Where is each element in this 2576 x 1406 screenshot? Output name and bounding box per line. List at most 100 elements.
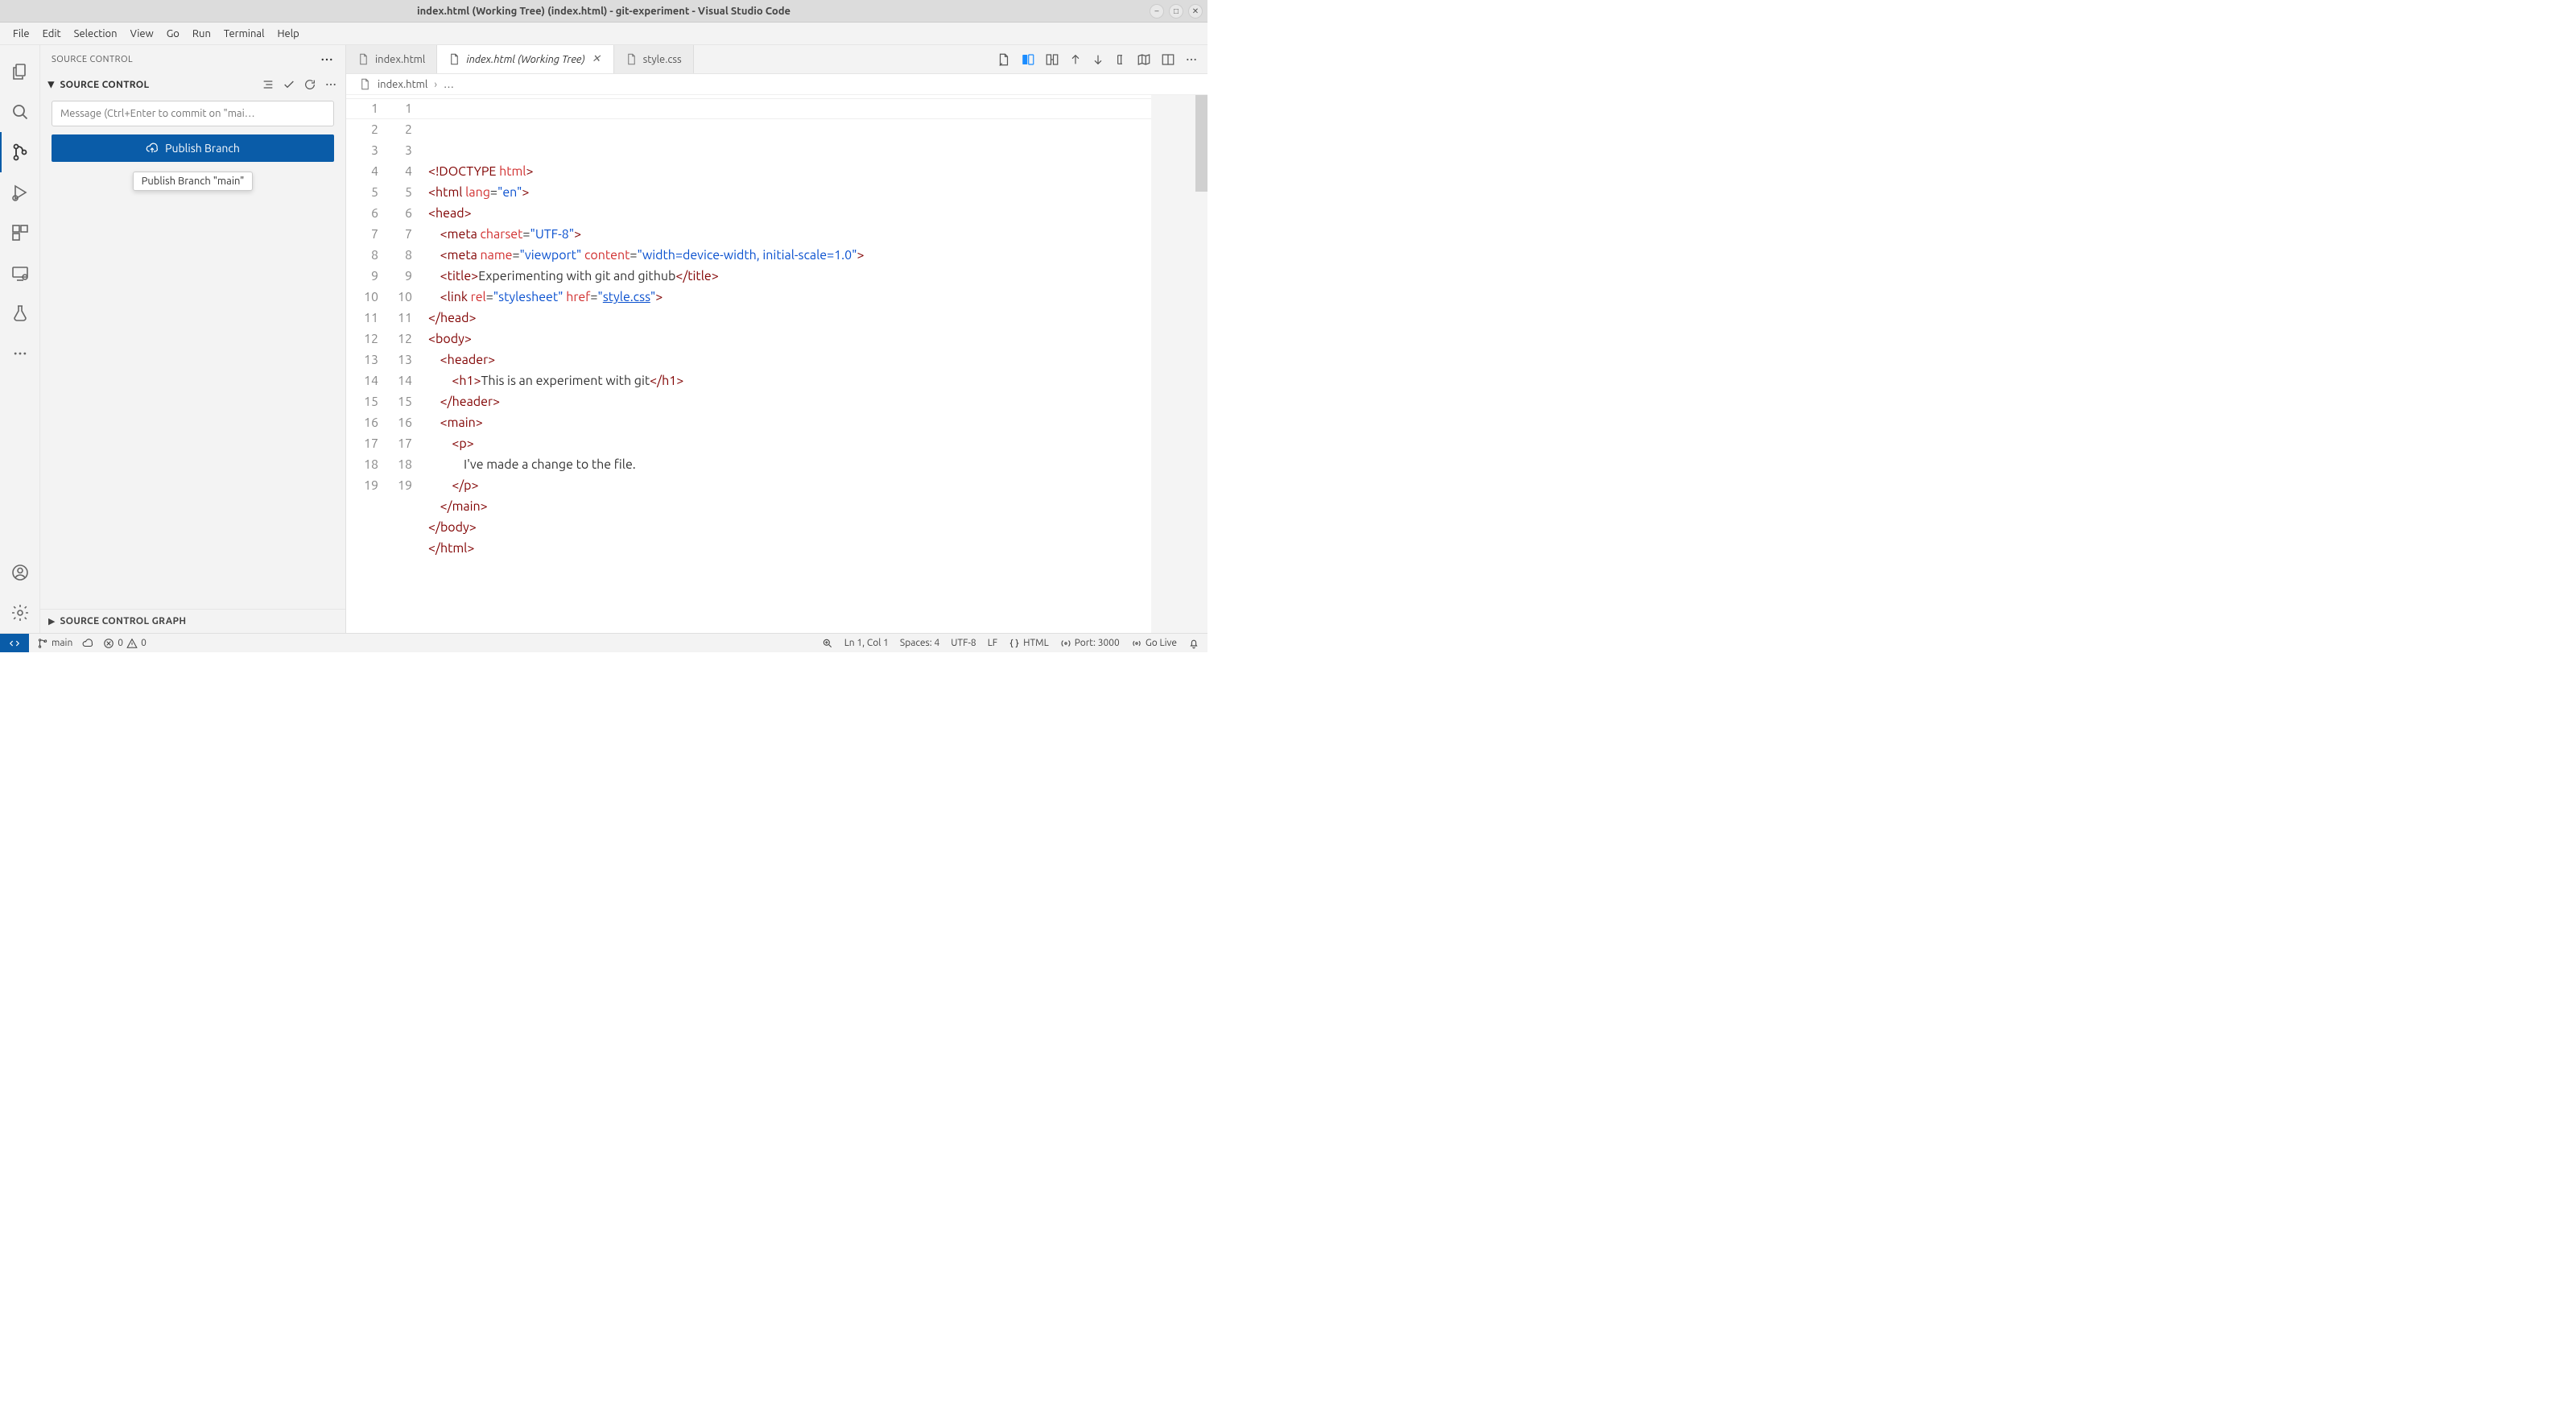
editor-actions (987, 45, 1208, 73)
broadcast-icon (1131, 638, 1142, 649)
commit-check-icon[interactable] (283, 78, 295, 91)
tab-row: index.html index.html (Working Tree) ✕ s… (346, 45, 1208, 74)
activity-bar (0, 45, 40, 633)
status-eol[interactable]: LF (988, 638, 997, 648)
status-port[interactable]: Port: 3000 (1060, 638, 1120, 649)
scm-section-header[interactable]: ▶ SOURCE CONTROL (40, 73, 345, 96)
gutter-original: 12345678910111213141516171819 (346, 98, 385, 633)
tab-style[interactable]: style.css (614, 45, 694, 73)
status-branch[interactable]: main (37, 638, 72, 649)
publish-tooltip: Publish Branch "main" (133, 172, 254, 191)
scm-graph-title: SOURCE CONTROL GRAPH (60, 616, 186, 626)
maximize-button[interactable]: □ (1169, 4, 1183, 19)
scm-graph-section-header[interactable]: ▶ SOURCE CONTROL GRAPH (40, 609, 345, 633)
tab-label: index.html (375, 54, 425, 65)
status-bar: main 0 0 Ln 1, Col 1 Spaces: 4 UTF-8 LF … (0, 633, 1208, 652)
prev-change-icon[interactable] (1069, 53, 1082, 66)
publish-branch-label: Publish Branch (165, 142, 240, 155)
tab-index[interactable]: index.html (346, 45, 437, 73)
lang-label: HTML (1023, 638, 1049, 648)
remote-explorer-icon[interactable] (0, 253, 40, 293)
status-zoom[interactable] (822, 638, 833, 649)
tab-label: index.html (Working Tree) (466, 54, 584, 65)
sidebar-header: SOURCE CONTROL (40, 45, 345, 73)
gutter-modified: 12345678910111213141516171819 (385, 98, 423, 633)
more-icon[interactable] (320, 52, 334, 67)
menu-terminal[interactable]: Terminal (217, 25, 271, 43)
menu-view[interactable]: View (124, 25, 160, 43)
status-language[interactable]: HTML (1009, 638, 1049, 649)
whitespace-icon[interactable] (1114, 53, 1127, 66)
diff-toggle-icon[interactable] (1021, 52, 1035, 67)
minimap[interactable] (1151, 95, 1208, 633)
menu-run[interactable]: Run (186, 25, 217, 43)
file-icon (357, 53, 369, 65)
warning-count: 0 (141, 638, 147, 648)
status-go-live[interactable]: Go Live (1131, 638, 1177, 649)
search-icon[interactable] (0, 92, 40, 132)
status-sync[interactable] (82, 638, 93, 649)
branch-name: main (52, 638, 72, 648)
title-bar: index.html (Working Tree) (index.html) -… (0, 0, 1208, 23)
chevron-down-icon: ▶ (47, 81, 57, 88)
source-control-icon[interactable] (0, 132, 40, 172)
testing-icon[interactable] (0, 293, 40, 333)
scm-section-title: SOURCE CONTROL (60, 80, 149, 90)
sidebar: SOURCE CONTROL ▶ SOURCE CONTROL Publish … (40, 45, 346, 633)
minimize-button[interactable]: – (1150, 4, 1164, 19)
swap-icon[interactable] (1045, 52, 1059, 67)
cloud-icon (82, 638, 93, 649)
window-title: index.html (Working Tree) (index.html) -… (417, 6, 791, 17)
scrollbar-thumb[interactable] (1195, 95, 1208, 192)
tab-label: style.css (643, 54, 682, 65)
menu-help[interactable]: Help (270, 25, 305, 43)
remote-button[interactable] (0, 634, 29, 652)
more-icon[interactable] (324, 78, 337, 91)
warning-icon (126, 638, 138, 649)
split-editor-icon[interactable] (1161, 52, 1175, 67)
breadcrumb-file: index.html (378, 79, 427, 90)
breadcrumb[interactable]: index.html › … (346, 74, 1208, 95)
run-debug-icon[interactable] (0, 172, 40, 213)
commit-message-input[interactable] (52, 101, 334, 126)
sidebar-title: SOURCE CONTROL (52, 55, 133, 64)
extensions-icon[interactable] (0, 213, 40, 253)
explorer-icon[interactable] (0, 52, 40, 92)
go-live-label: Go Live (1146, 638, 1177, 648)
refresh-icon[interactable] (303, 78, 316, 91)
menu-selection[interactable]: Selection (68, 25, 124, 43)
accounts-icon[interactable] (0, 552, 40, 593)
error-icon (103, 638, 114, 649)
settings-gear-icon[interactable] (0, 593, 40, 633)
view-tree-icon[interactable] (262, 78, 275, 91)
open-changes-icon[interactable] (997, 52, 1011, 67)
tab-index-working-tree[interactable]: index.html (Working Tree) ✕ (437, 45, 613, 73)
close-button[interactable]: ✕ (1188, 4, 1203, 19)
code-editor[interactable]: 12345678910111213141516171819 1234567891… (346, 95, 1208, 633)
status-problems[interactable]: 0 0 (103, 638, 147, 649)
zoom-icon (822, 638, 833, 649)
code-body[interactable]: <!DOCTYPE html><html lang="en"><head> <m… (423, 98, 1208, 633)
editor-area: index.html index.html (Working Tree) ✕ s… (346, 45, 1208, 633)
status-cursor[interactable]: Ln 1, Col 1 (844, 638, 889, 648)
menu-file[interactable]: File (6, 25, 36, 43)
next-change-icon[interactable] (1092, 53, 1104, 66)
breadcrumb-sep: › (434, 79, 437, 90)
chevron-right-icon: ▶ (48, 616, 55, 626)
close-icon[interactable]: ✕ (591, 54, 602, 65)
more-icon[interactable] (1185, 53, 1198, 66)
status-spaces[interactable]: Spaces: 4 (900, 638, 939, 648)
branch-icon (37, 638, 48, 649)
publish-branch-button[interactable]: Publish Branch (52, 134, 334, 162)
menu-bar: File Edit Selection View Go Run Terminal… (0, 23, 1208, 45)
more-icon[interactable] (0, 333, 40, 374)
status-bell[interactable] (1188, 638, 1199, 649)
window-buttons: – □ ✕ (1150, 4, 1203, 19)
menu-edit[interactable]: Edit (36, 25, 68, 43)
bell-icon (1188, 638, 1199, 649)
menu-go[interactable]: Go (160, 25, 186, 43)
map-icon[interactable] (1137, 52, 1151, 67)
braces-icon (1009, 638, 1020, 649)
error-count: 0 (118, 638, 123, 648)
status-encoding[interactable]: UTF-8 (951, 638, 976, 648)
